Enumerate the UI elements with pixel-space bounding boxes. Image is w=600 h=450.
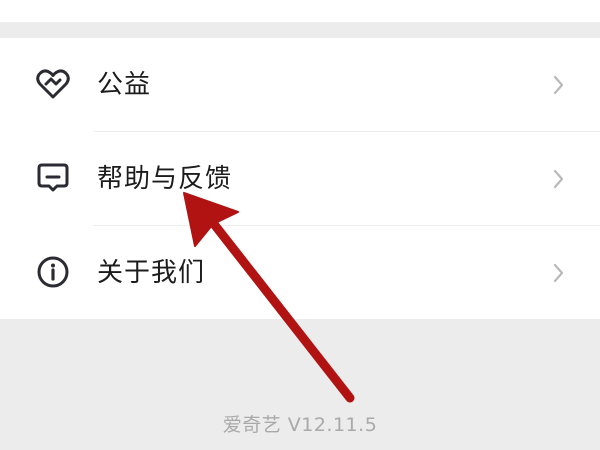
feedback-message-icon xyxy=(37,163,69,192)
info-circle-icon xyxy=(37,256,69,288)
chevron-right-icon xyxy=(553,169,564,189)
menu-item-label: 公益 xyxy=(97,70,152,100)
settings-menu: 公益 帮助与反馈 关于我们 xyxy=(0,38,600,319)
app-version-text: 爱奇艺 V12.11.5 xyxy=(222,414,378,436)
top-card xyxy=(0,0,600,22)
heart-tag-icon xyxy=(36,69,70,99)
menu-item-label: 关于我们 xyxy=(97,258,206,288)
menu-item-label: 帮助与反馈 xyxy=(97,164,233,194)
chevron-right-icon xyxy=(553,75,564,95)
chevron-right-icon xyxy=(553,263,564,283)
menu-item-help-feedback[interactable]: 帮助与反馈 xyxy=(0,132,600,225)
menu-item-about-us[interactable]: 关于我们 xyxy=(0,226,600,319)
menu-item-charity[interactable]: 公益 xyxy=(0,38,600,131)
